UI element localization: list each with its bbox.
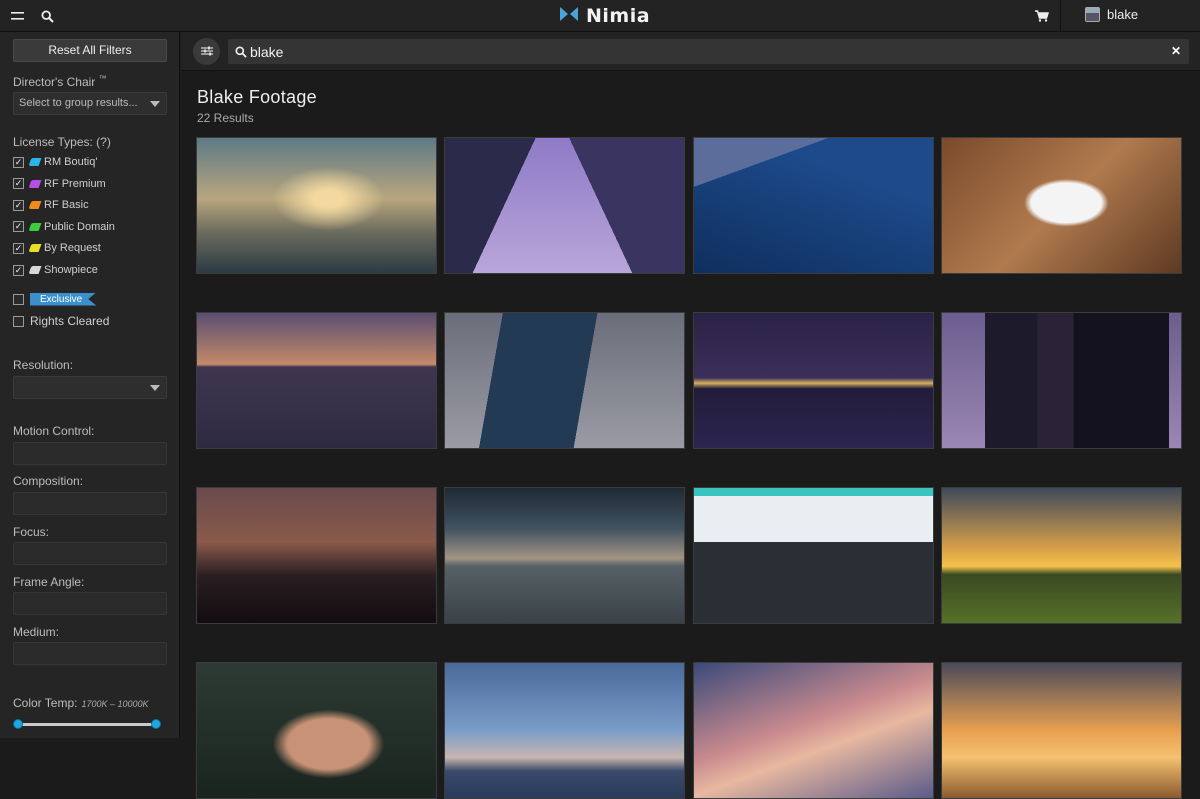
avatar bbox=[1085, 7, 1100, 22]
license-label: RF Basic bbox=[44, 199, 89, 212]
sliders-icon bbox=[200, 43, 213, 61]
rights-cleared-checkbox[interactable] bbox=[13, 315, 24, 327]
search-icon[interactable] bbox=[39, 8, 55, 24]
license-label: Public Domain bbox=[44, 220, 115, 233]
directors-chair-placeholder: Select to group results... bbox=[19, 97, 138, 109]
license-label: RM Boutiq' bbox=[44, 156, 98, 168]
search-input[interactable] bbox=[250, 39, 1150, 64]
license-filter-rf-basic[interactable]: ✓ RF Basic bbox=[13, 198, 89, 212]
top-bar: Nimia blake bbox=[0, 0, 1200, 32]
rights-cleared-label: Rights Cleared bbox=[30, 314, 110, 328]
medium-label: Medium: bbox=[13, 625, 60, 639]
video-thumbnail-helicopter-cockpit-pilots[interactable] bbox=[693, 487, 934, 624]
license-types-label: License Types: (?) bbox=[13, 135, 111, 149]
tag-icon bbox=[28, 179, 42, 188]
reset-filters-button[interactable]: Reset All Filters bbox=[13, 39, 167, 62]
license-label: RF Premium bbox=[44, 177, 106, 190]
menu-icon[interactable] bbox=[9, 8, 25, 24]
license-filter-by-request[interactable]: ✓ By Request bbox=[13, 241, 101, 255]
directors-chair-select[interactable]: Select to group results... bbox=[13, 92, 167, 115]
video-thumbnail-downtown-towers-twilight[interactable] bbox=[941, 312, 1182, 449]
video-thumbnail-waterfront-night-ferris-wheel[interactable] bbox=[196, 487, 437, 624]
color-temp-label: Color Temp: 1700K – 10000K bbox=[13, 696, 149, 710]
frame-angle-label: Frame Angle: bbox=[13, 575, 85, 589]
exclusive-checkbox[interactable] bbox=[13, 293, 24, 305]
chevron-down-icon bbox=[150, 101, 160, 107]
tag-icon bbox=[28, 158, 42, 166]
video-thumbnail-cloudy-sunset-sky[interactable] bbox=[196, 137, 437, 274]
resolution-label: Resolution: bbox=[13, 358, 74, 372]
color-temp-max-handle[interactable] bbox=[151, 719, 161, 729]
color-temp-min-handle[interactable] bbox=[13, 719, 23, 729]
nimia-logo-icon bbox=[560, 6, 578, 26]
license-filter-public-domain[interactable]: ✓ Public Domain bbox=[13, 220, 115, 234]
resolution-select[interactable] bbox=[13, 376, 167, 399]
video-thumbnail-blue-glass-tower-looking-up[interactable] bbox=[693, 137, 934, 274]
tag-icon bbox=[28, 201, 42, 210]
license-checkbox[interactable]: ✓ bbox=[13, 242, 24, 254]
user-menu[interactable]: blake bbox=[1085, 7, 1138, 22]
license-checkbox[interactable]: ✓ bbox=[13, 178, 24, 190]
composition-field[interactable] bbox=[13, 492, 167, 515]
exclusive-badge: Exclusive bbox=[30, 292, 97, 306]
video-thumbnail-man-portrait-close-up[interactable] bbox=[196, 662, 437, 799]
video-thumbnail-glass-skyscraper-overcast[interactable] bbox=[444, 312, 685, 449]
license-checkbox[interactable]: ✓ bbox=[13, 221, 24, 233]
video-thumbnail-bay-overcast-dusk[interactable] bbox=[444, 487, 685, 624]
tag-icon bbox=[28, 244, 42, 253]
video-thumbnail-bay-at-dusk-mountains[interactable] bbox=[196, 312, 437, 449]
color-temp-range: 1700K – 10000K bbox=[81, 699, 149, 709]
video-thumbnail-purple-skyscrapers-looking-up[interactable] bbox=[444, 137, 685, 274]
motion-control-label: Motion Control: bbox=[13, 424, 95, 438]
composition-label: Composition: bbox=[13, 474, 84, 488]
license-label: By Request bbox=[44, 242, 101, 255]
video-thumbnail-golden-sunset-tree[interactable] bbox=[941, 662, 1182, 799]
license-filter-rf-premium[interactable]: ✓ RF Premium bbox=[13, 177, 106, 191]
video-thumbnail-city-skyline-night-water[interactable] bbox=[693, 312, 934, 449]
focus-label: Focus: bbox=[13, 525, 50, 539]
brand-name: Nimia bbox=[586, 5, 651, 27]
license-filter-showpiece[interactable]: ✓ Showpiece bbox=[13, 263, 98, 277]
topbar-divider bbox=[1060, 0, 1061, 32]
filter-toggle-button[interactable] bbox=[193, 38, 220, 65]
license-checkbox[interactable]: ✓ bbox=[13, 264, 24, 276]
filter-sidebar: Reset All Filters Director's Chair ™ Sel… bbox=[0, 32, 180, 738]
cart-icon[interactable] bbox=[1034, 8, 1050, 24]
video-thumbnail-white-dog-on-wood-floor[interactable] bbox=[941, 137, 1182, 274]
tag-icon bbox=[28, 222, 42, 231]
video-thumbnail-farm-field-sunset-tree[interactable] bbox=[941, 487, 1182, 624]
user-name: blake bbox=[1107, 7, 1139, 22]
result-count: 22 Results bbox=[197, 111, 254, 125]
exclusive-filter[interactable]: Exclusive bbox=[13, 292, 97, 306]
license-label: Showpiece bbox=[44, 264, 98, 276]
license-filter-rm-boutiq[interactable]: ✓ RM Boutiq' bbox=[13, 155, 97, 169]
focus-field[interactable] bbox=[13, 542, 167, 565]
video-thumbnail-city-skyline-blue-hour[interactable] bbox=[444, 662, 685, 799]
frame-angle-field[interactable] bbox=[13, 592, 167, 615]
chevron-down-icon bbox=[150, 385, 160, 391]
directors-chair-label: Director's Chair ™ bbox=[13, 74, 107, 89]
rights-cleared-filter[interactable]: Rights Cleared bbox=[13, 314, 109, 328]
search-icon bbox=[235, 45, 247, 63]
color-temp-slider[interactable] bbox=[18, 723, 156, 726]
close-icon[interactable]: ✕ bbox=[1169, 44, 1183, 58]
brand-logo[interactable]: Nimia bbox=[560, 5, 650, 27]
video-thumbnail-pink-clouds-sky[interactable] bbox=[693, 662, 934, 799]
motion-control-field[interactable] bbox=[13, 442, 167, 465]
license-checkbox[interactable]: ✓ bbox=[13, 199, 24, 211]
medium-field[interactable] bbox=[13, 642, 167, 665]
page-title: Blake Footage bbox=[197, 87, 317, 107]
tag-icon bbox=[28, 266, 42, 274]
search-bar: ✕ bbox=[181, 32, 1200, 71]
search-box: ✕ bbox=[228, 39, 1189, 64]
license-checkbox[interactable]: ✓ bbox=[13, 156, 24, 168]
